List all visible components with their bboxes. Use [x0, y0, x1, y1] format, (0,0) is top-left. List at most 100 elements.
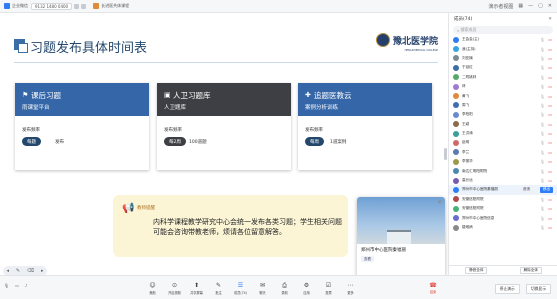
mic-muted-icon[interactable]: 🎙: [540, 206, 545, 211]
speaker-icon[interactable]: ♪: [25, 283, 28, 288]
mic-muted-icon[interactable]: 🎙: [540, 37, 545, 42]
member-row[interactable]: 林 🎙 ▭: [449, 82, 557, 91]
member-row[interactable]: 赵明 🎙 ▭: [449, 138, 557, 147]
camera-off-icon[interactable]: ▭: [548, 216, 552, 221]
member-row[interactable]: 刘亚楠 🎙 ▭: [449, 54, 557, 63]
camera-off-icon[interactable]: ▭: [548, 197, 552, 202]
camera-off-icon[interactable]: ▭: [548, 47, 552, 52]
mic-muted-icon[interactable]: 🎙: [540, 56, 545, 61]
mute-all-button[interactable]: 静音全体: [465, 267, 488, 274]
camera-off-icon[interactable]: ▭: [548, 150, 552, 155]
signal-icon[interactable]: [74, 3, 80, 9]
camera-icon[interactable]: ▭: [15, 283, 19, 288]
member-row[interactable]: 我(主持) 🎙 ▭: [449, 44, 557, 53]
video-thumbnail[interactable]: [357, 197, 445, 244]
member-row[interactable]: 于延红 🎙 ▭: [449, 63, 557, 72]
mic-muted-icon[interactable]: 🎙: [540, 178, 545, 183]
more-button[interactable]: ⋯ 更多: [340, 279, 361, 297]
close-icon[interactable]: ✕: [548, 17, 552, 22]
video-button[interactable]: ⊙ 开启视频: [164, 279, 185, 297]
close-icon[interactable]: ✕: [548, 3, 552, 9]
unmute-all-button[interactable]: 解除全体: [519, 267, 542, 274]
mic-muted-icon[interactable]: 🎙: [540, 112, 545, 117]
camera-off-icon[interactable]: ▭: [548, 65, 552, 70]
presenter-view-toggle[interactable]: 演示者视图: [488, 3, 513, 10]
camera-off-icon[interactable]: ▭: [548, 94, 552, 99]
camera-off-icon[interactable]: ▭: [548, 159, 552, 164]
mic-muted-icon[interactable]: 🎙: [540, 103, 545, 108]
mic-muted-icon[interactable]: 🎙: [540, 225, 545, 230]
member-row[interactable]: 高长远 🎙 ▭: [449, 176, 557, 185]
beauty-button[interactable]: ☺ 美颜: [142, 279, 163, 297]
member-action-button[interactable]: 邀请: [520, 186, 533, 193]
mic-muted-icon[interactable]: 🎙: [540, 75, 545, 80]
mic-muted-icon[interactable]: 🎙: [540, 131, 545, 136]
switch-display-button[interactable]: 切换显示: [525, 284, 551, 294]
grid-icon[interactable]: ▦: [518, 3, 523, 9]
share-button[interactable]: ⬆ 共享屏幕: [186, 279, 207, 297]
camera-off-icon[interactable]: ▭: [548, 56, 552, 61]
mic-muted-icon[interactable]: 🎙: [540, 197, 545, 202]
chat-button[interactable]: ✉ 聊天: [252, 279, 273, 297]
record-button[interactable]: ⎙ 录制: [274, 279, 295, 297]
view-button[interactable]: 查看: [361, 256, 374, 262]
member-row[interactable]: 安徽信阳附院 🎙 ▭: [449, 195, 557, 204]
minimize-icon[interactable]: —: [528, 3, 533, 9]
member-row[interactable]: 南达汇明阳附院 🎙 ▭: [449, 166, 557, 175]
member-row[interactable]: 李柏阳 🎙 ▭: [449, 110, 557, 119]
member-row[interactable]: 李丽华 🎙 ▭: [449, 157, 557, 166]
camera-off-icon[interactable]: ▭: [548, 169, 552, 174]
mic-muted-icon[interactable]: 🎙: [540, 47, 545, 52]
mic-muted-icon[interactable]: 🎙: [540, 84, 545, 89]
member-remove-button[interactable]: 移出: [540, 186, 553, 193]
camera-off-icon[interactable]: ▭: [548, 140, 552, 145]
mic-muted-icon[interactable]: 🎙: [540, 122, 545, 127]
camera-off-icon[interactable]: ▭: [548, 75, 552, 80]
camera-off-icon[interactable]: ▭: [548, 112, 552, 117]
vote-button[interactable]: ☑ 投票: [318, 279, 339, 297]
mic-muted-icon[interactable]: 🎙: [540, 150, 545, 155]
camera-off-icon[interactable]: ▭: [548, 37, 552, 42]
camera-off-icon[interactable]: ▭: [548, 225, 552, 230]
member-row[interactable]: 疑难病 🎙 ▭: [449, 223, 557, 232]
maximize-icon[interactable]: ▢: [538, 3, 543, 9]
camera-off-icon[interactable]: ▭: [548, 84, 552, 89]
member-row[interactable]: 郑州市中心医院信息 🎙 ▭: [449, 213, 557, 222]
camera-off-icon[interactable]: ▭: [548, 178, 552, 183]
member-row[interactable]: 黄飞 🎙 ▭: [449, 91, 557, 100]
camera-off-icon[interactable]: ▭: [548, 131, 552, 136]
presenter-tab[interactable]: 长进医共体课程: [93, 3, 129, 9]
mic-icon[interactable]: 🎙: [4, 283, 9, 288]
end-meeting-button[interactable]: ☎ 结束: [422, 280, 444, 296]
member-row[interactable]: 二附姚林 🎙 ▭: [449, 73, 557, 82]
member-search-input[interactable]: ⌕ 搜索成员: [453, 26, 553, 34]
member-row[interactable]: 安徽信阳附院 🎙 ▭: [449, 204, 557, 213]
camera-off-icon[interactable]: ▭: [548, 206, 552, 211]
member-row[interactable]: 王会会(主) 🎙 ▭: [449, 35, 557, 44]
member-row[interactable]: 王颖 🎙 ▭: [449, 120, 557, 129]
annotate-button[interactable]: ✎ 批注: [208, 279, 229, 297]
mic-muted-icon[interactable]: 🎙: [540, 159, 545, 164]
pointer-icon[interactable]: ◂: [6, 268, 9, 274]
mic-muted-icon[interactable]: 🎙: [540, 94, 545, 99]
mic-muted-icon[interactable]: 🎙: [540, 140, 545, 145]
member-row[interactable]: 李兰 🎙 ▭: [449, 148, 557, 157]
pen-icon[interactable]: ✎: [16, 268, 20, 274]
mic-muted-icon[interactable]: 🎙: [540, 65, 545, 70]
close-icon[interactable]: ✕: [437, 199, 442, 206]
next-icon[interactable]: ▸: [41, 268, 44, 274]
member-row[interactable]: 郑州市中心医院秦福丽 邀请 移出: [449, 185, 557, 195]
members-button[interactable]: ☰ 成员(74): [230, 279, 251, 297]
eraser-icon[interactable]: ⌫: [27, 268, 34, 274]
apps-button[interactable]: ⚙ 应用: [296, 279, 317, 297]
camera-off-icon[interactable]: ▭: [548, 122, 552, 127]
camera-off-icon[interactable]: ▭: [548, 103, 552, 108]
slide-scrollbar[interactable]: [444, 148, 447, 160]
member-row[interactable]: 王洪涛 🎙 ▭: [449, 129, 557, 138]
stop-presenting-button[interactable]: 停止演示: [494, 284, 520, 294]
meeting-id-chip[interactable]: 9132 1480 0400: [31, 2, 73, 10]
mic-muted-icon[interactable]: 🎙: [540, 216, 545, 221]
mic-muted-icon[interactable]: 🎙: [540, 169, 545, 174]
member-row[interactable]: 周飞 🎙 ▭: [449, 101, 557, 110]
lock-icon[interactable]: [81, 3, 87, 9]
